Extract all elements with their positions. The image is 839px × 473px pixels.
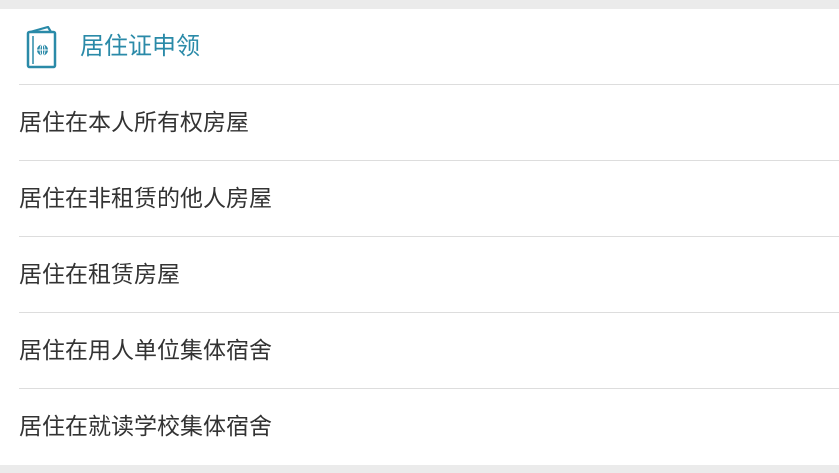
list-item-label: 居住在非租赁的他人房屋 <box>19 186 272 212</box>
passport-icon <box>26 25 57 69</box>
section-header: 居住证申领 <box>0 9 839 84</box>
list-item-label: 居住在用人单位集体宿舍 <box>19 338 272 364</box>
list-item-label: 居住在就读学校集体宿舍 <box>19 414 272 440</box>
list-item-label: 居住在本人所有权房屋 <box>19 110 249 136</box>
residence-type-list: 居住在本人所有权房屋 居住在非租赁的他人房屋 居住在租赁房屋 居住在用人单位集体… <box>0 84 839 464</box>
list-item-rental-housing[interactable]: 居住在租赁房屋 <box>19 236 839 312</box>
list-item-label: 居住在租赁房屋 <box>19 262 180 288</box>
section-title: 居住证申领 <box>80 32 200 60</box>
residence-permit-card: 居住证申领 居住在本人所有权房屋 居住在非租赁的他人房屋 居住在租赁房屋 居住在… <box>0 9 839 465</box>
list-item-own-property[interactable]: 居住在本人所有权房屋 <box>19 84 839 160</box>
list-item-employer-dormitory[interactable]: 居住在用人单位集体宿舍 <box>19 312 839 388</box>
list-item-others-non-rental[interactable]: 居住在非租赁的他人房屋 <box>19 160 839 236</box>
list-item-school-dormitory[interactable]: 居住在就读学校集体宿舍 <box>19 388 839 464</box>
